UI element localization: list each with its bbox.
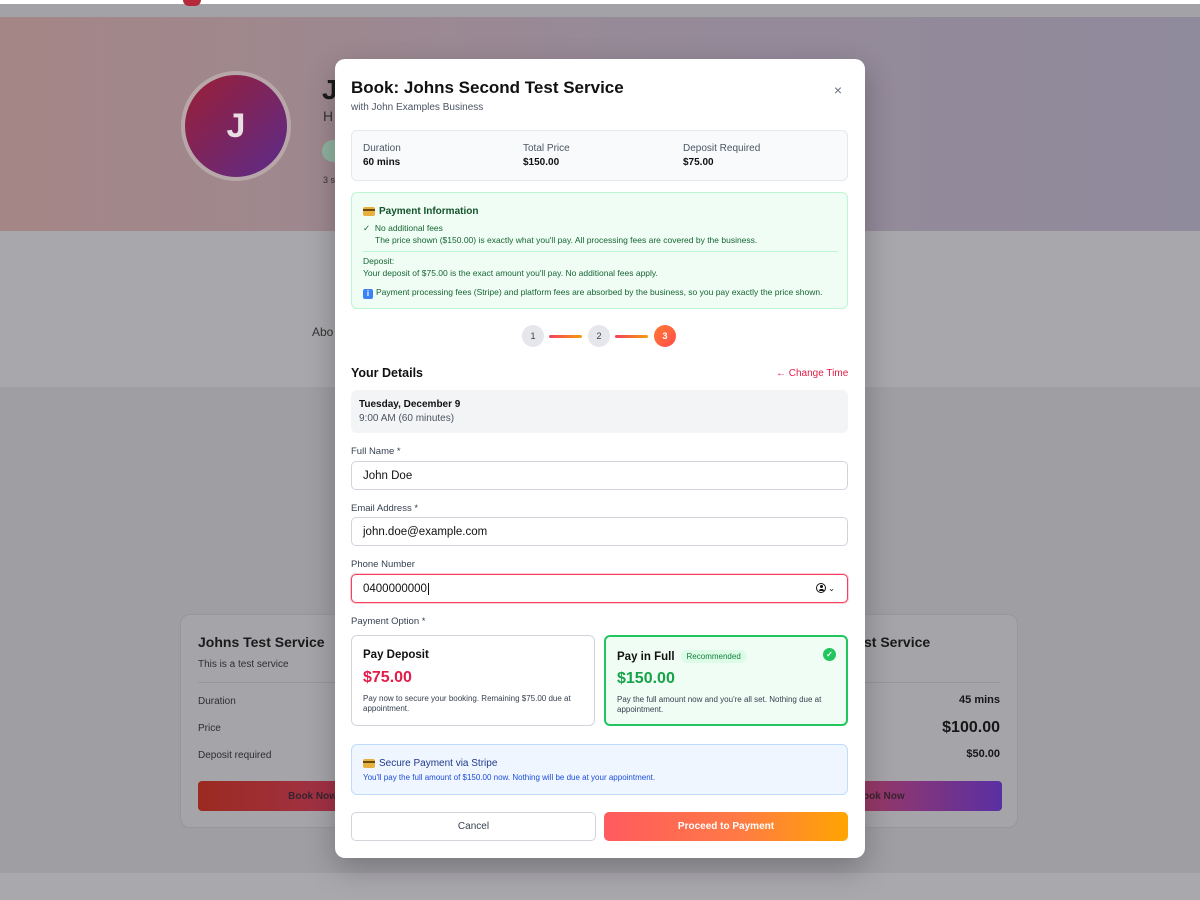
summary-deposit: Deposit Required $75.00 xyxy=(683,143,760,168)
deposit-required-value: $75.00 xyxy=(683,157,714,168)
divider xyxy=(851,682,1000,683)
summary-duration: Duration 60 mins xyxy=(363,143,401,168)
payment-information-panel: Payment Information ✓ No additional fees… xyxy=(351,192,848,309)
booking-modal: Book: Johns Second Test Service with Joh… xyxy=(335,59,865,858)
no-fees-description: The price shown ($150.00) is exactly wha… xyxy=(375,235,758,245)
service-card: Johns Test Service This is a test servic… xyxy=(180,614,351,828)
full-name-value: John Doe xyxy=(363,469,413,482)
step-1: 1 xyxy=(522,325,544,347)
processing-note-text: Payment processing fees (Stripe) and pla… xyxy=(376,287,823,297)
check-mark-icon: ✓ xyxy=(363,223,375,233)
change-time-link[interactable]: ← Change Time xyxy=(776,368,848,379)
service-card: st Service 45 mins $100.00 $50.00 ook No… xyxy=(850,614,1018,828)
pay-deposit-option[interactable]: Pay Deposit $75.00 Pay now to secure you… xyxy=(351,635,595,726)
no-fees-title: No additional fees xyxy=(374,223,443,233)
service-card-price-label: Price xyxy=(198,723,221,734)
book-now-button[interactable]: ook Now xyxy=(851,781,1002,811)
summary-price: Total Price $150.00 xyxy=(523,143,570,168)
phone-label: Phone Number xyxy=(351,559,415,570)
full-name-label: Full Name * xyxy=(351,446,401,457)
service-card-duration-label: Duration xyxy=(198,696,236,707)
secure-payment-title-row: Secure Payment via Stripe xyxy=(363,758,497,769)
service-card-title: st Service xyxy=(864,634,931,650)
footer xyxy=(0,872,1200,900)
deposit-description: Your deposit of $75.00 is the exact amou… xyxy=(363,268,658,278)
duration-value: 60 mins xyxy=(363,157,401,168)
selected-time: 9:00 AM (60 minutes) xyxy=(359,413,455,424)
credit-card-icon xyxy=(363,207,375,216)
contact-picker[interactable]: ⌄ xyxy=(816,583,835,593)
top-bar xyxy=(0,0,1200,4)
deposit-required-label: Deposit Required xyxy=(683,143,761,154)
step-connector xyxy=(615,335,648,338)
phone-input[interactable]: 0400000000 ⌄ xyxy=(351,574,848,603)
top-logo-fragment xyxy=(183,0,201,6)
booking-summary: Duration 60 mins Total Price $150.00 Dep… xyxy=(351,130,848,181)
no-fees-line: ✓ No additional fees xyxy=(363,223,443,234)
total-price-label: Total Price xyxy=(523,143,570,154)
duration-label: Duration xyxy=(363,143,401,154)
credit-card-icon xyxy=(363,759,375,768)
business-name: J xyxy=(322,74,336,105)
text-caret xyxy=(427,582,429,595)
email-input[interactable]: john.doe@example.com xyxy=(351,517,848,546)
modal-title: Book: Johns Second Test Service xyxy=(351,78,624,97)
secure-payment-notice: Secure Payment via Stripe You'll pay the… xyxy=(351,744,848,795)
step-connector xyxy=(549,335,582,338)
service-card-description: This is a test service xyxy=(198,659,289,670)
pay-in-full-price: $150.00 xyxy=(617,670,675,687)
pay-deposit-title: Pay Deposit xyxy=(363,649,429,661)
service-card-title: Johns Test Service xyxy=(198,634,325,650)
service-card-duration-value: 45 mins xyxy=(959,694,1000,706)
step-indicator: 1 2 3 xyxy=(522,325,678,348)
pay-deposit-description: Pay now to secure your booking. Remainin… xyxy=(363,694,571,713)
info-icon: i xyxy=(363,289,373,299)
full-name-input[interactable]: John Doe xyxy=(351,461,848,490)
email-label: Email Address * xyxy=(351,503,419,514)
step-3: 3 xyxy=(654,325,676,347)
service-card-price-value: $100.00 xyxy=(942,719,1000,736)
service-card-deposit-value: $50.00 xyxy=(966,748,1000,760)
selected-date: Tuesday, December 9 xyxy=(359,399,461,410)
divider xyxy=(363,251,838,252)
modal-subtitle: with John Examples Business xyxy=(351,102,484,113)
payment-information-heading: Payment Information xyxy=(379,206,479,217)
book-now-button[interactable]: Book Now xyxy=(198,781,351,811)
pay-in-full-title: Pay in Full xyxy=(617,650,675,663)
pay-in-full-description: Pay the full amount now and you're all s… xyxy=(617,695,822,714)
service-card-deposit-label: Deposit required xyxy=(198,750,272,761)
secure-payment-title: Secure Payment via Stripe xyxy=(379,758,498,769)
payment-information-title: Payment Information xyxy=(363,206,478,217)
email-value: john.doe@example.com xyxy=(363,525,488,538)
recommended-badge: Recommended xyxy=(680,650,747,663)
pay-in-full-option[interactable]: Pay in Full Recommended ✓ $150.00 Pay th… xyxy=(604,635,848,726)
secure-payment-description: You'll pay the full amount of $150.00 no… xyxy=(363,773,656,782)
proceed-to-payment-button[interactable]: Proceed to Payment xyxy=(604,812,848,841)
check-icon: ✓ xyxy=(823,648,836,661)
selected-slot: Tuesday, December 9 9:00 AM (60 minutes) xyxy=(351,390,848,433)
processing-note: i Payment processing fees (Stripe) and pl… xyxy=(363,287,823,299)
business-avatar: J xyxy=(181,71,291,181)
divider xyxy=(198,682,349,683)
your-details-heading: Your Details xyxy=(351,366,424,380)
cancel-button[interactable]: Cancel xyxy=(351,812,596,841)
contact-person-icon xyxy=(816,583,827,593)
payment-option-label: Payment Option * xyxy=(351,616,426,627)
step-2: 2 xyxy=(588,325,610,347)
pay-deposit-price: $75.00 xyxy=(363,669,412,686)
total-price-value: $150.00 xyxy=(523,157,560,168)
pay-in-full-title-row: Pay in Full Recommended xyxy=(617,650,747,663)
phone-value: 0400000000 xyxy=(363,582,427,595)
close-icon[interactable]: × xyxy=(829,81,847,99)
avatar-initial: J xyxy=(226,106,246,145)
about-heading: Abo xyxy=(312,325,334,339)
chevron-down-icon: ⌄ xyxy=(828,583,835,593)
deposit-label: Deposit: xyxy=(363,256,395,266)
